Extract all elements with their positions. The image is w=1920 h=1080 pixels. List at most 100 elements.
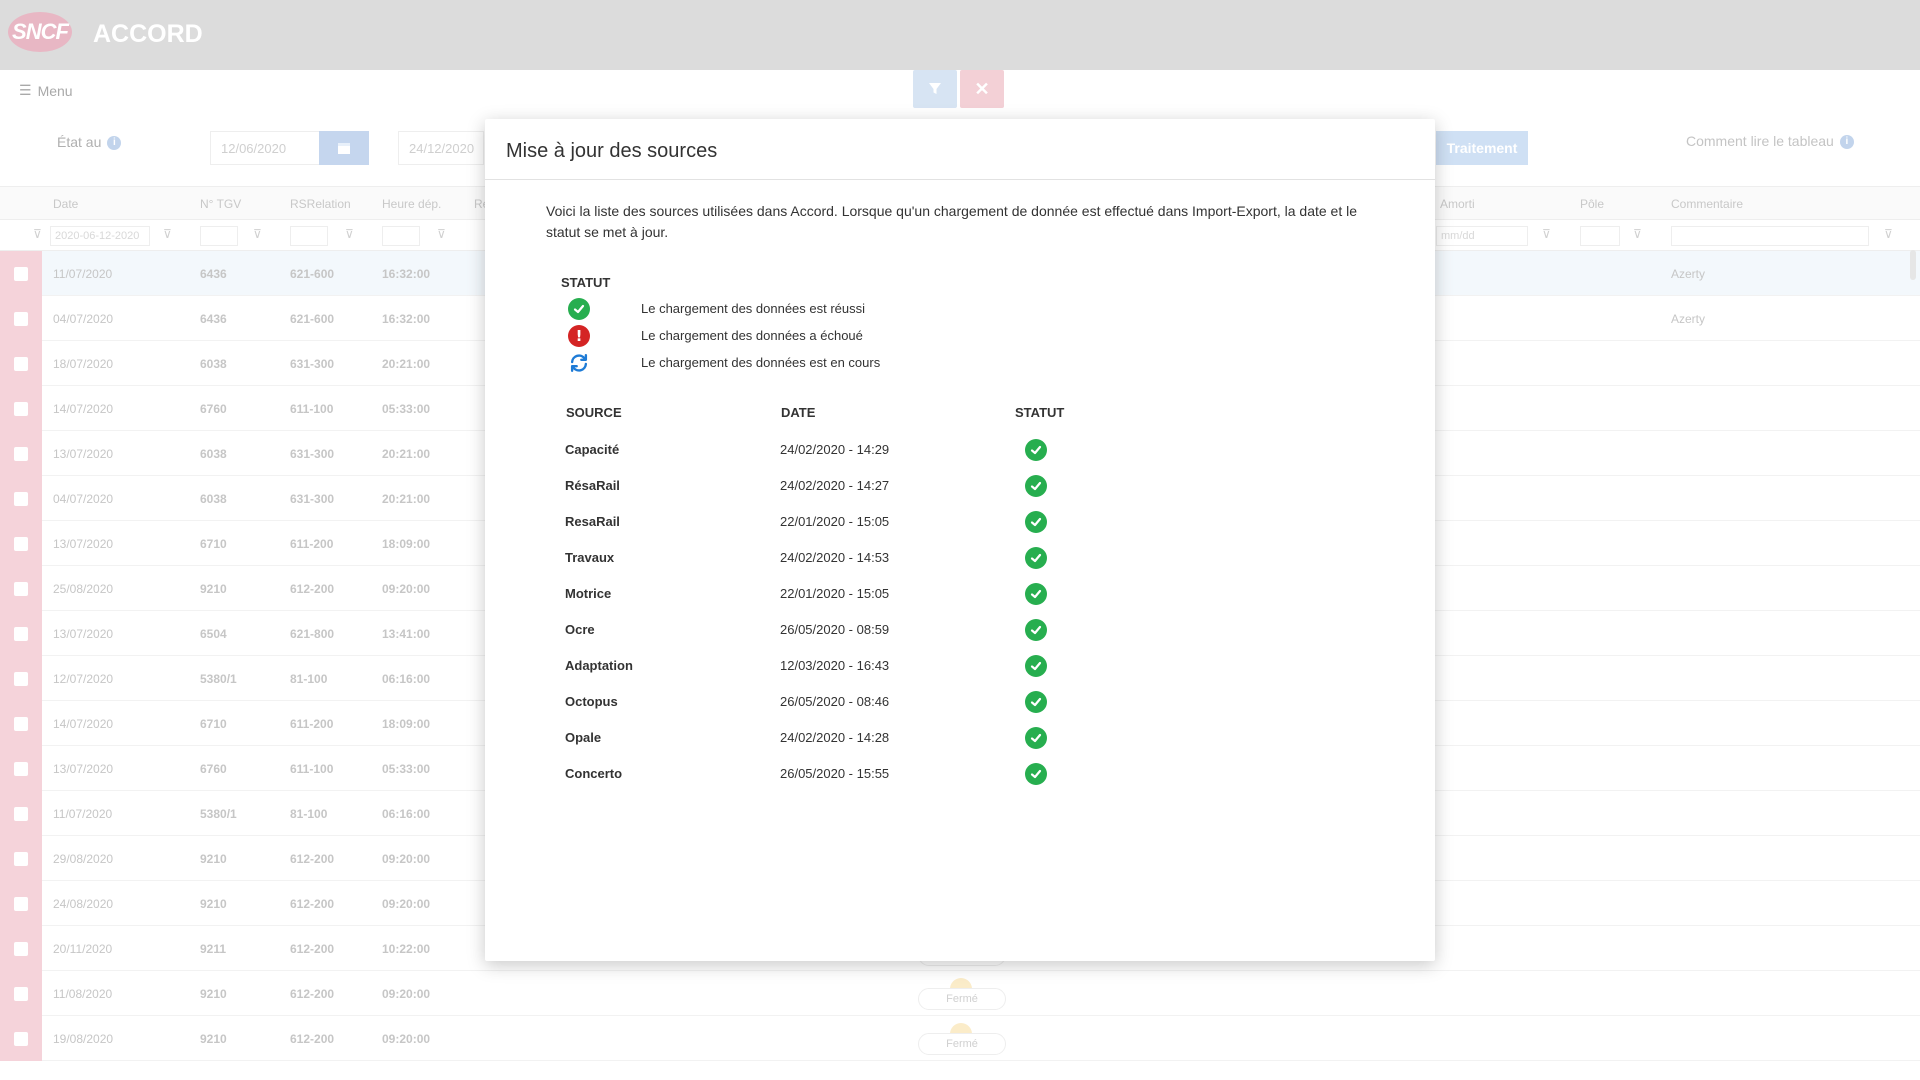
row-checkbox[interactable] — [14, 627, 28, 641]
date-to-input[interactable]: 24/12/2020 — [398, 131, 484, 165]
funnel-icon[interactable]: ⊽ — [437, 227, 446, 241]
row-select-cell — [0, 701, 42, 746]
check-circle-icon — [1025, 655, 1047, 677]
row-checkbox[interactable] — [14, 267, 28, 281]
column-header-commentaire[interactable]: Commentaire — [1671, 197, 1743, 211]
cell-date: 13/07/2020 — [53, 627, 114, 641]
cell-tgv: 6038 — [200, 492, 227, 506]
column-header-pole[interactable]: Pôle — [1580, 197, 1604, 211]
cell-heure: 16:32:00 — [382, 267, 431, 281]
row-checkbox[interactable] — [14, 852, 28, 866]
check-circle-icon — [1025, 619, 1047, 641]
source-name: ResaRail — [565, 514, 620, 529]
cell-date: 11/07/2020 — [53, 807, 113, 821]
clear-filter-button[interactable]: ✕ — [960, 70, 1004, 108]
row-checkbox[interactable] — [14, 402, 28, 416]
cell-date: 20/11/2020 — [53, 942, 113, 956]
sncf-logo[interactable]: SNCF — [8, 12, 72, 52]
source-name: Capacité — [565, 442, 620, 457]
funnel-icon[interactable]: ⊽ — [345, 227, 354, 241]
row-checkbox[interactable] — [14, 897, 28, 911]
etat-au-label: État au i — [57, 134, 122, 151]
row-checkbox[interactable] — [14, 447, 28, 461]
row-checkbox[interactable] — [14, 717, 28, 731]
check-circle-icon — [1025, 547, 1047, 569]
row-select-cell — [0, 656, 42, 701]
row-checkbox[interactable] — [14, 537, 28, 551]
column-header-tgv[interactable]: N° TGV — [200, 197, 241, 211]
cell-relation: 621-600 — [290, 312, 335, 326]
source-name: Concerto — [565, 766, 623, 781]
filter-relation-input[interactable] — [290, 226, 328, 246]
row-checkbox[interactable] — [14, 582, 28, 596]
cell-relation: 612-200 — [290, 987, 335, 1001]
source-date: 26/05/2020 - 08:59 — [780, 622, 890, 637]
funnel-icon[interactable]: ⊽ — [1884, 227, 1893, 241]
source-date: 24/02/2020 - 14:28 — [780, 730, 890, 745]
source-row: Capacité 24/02/2020 - 14:29 — [485, 432, 1435, 468]
row-checkbox[interactable] — [14, 1032, 28, 1046]
cell-tgv: 6760 — [200, 402, 227, 416]
traitement-button[interactable]: Traitement — [1436, 131, 1528, 165]
row-checkbox[interactable] — [14, 762, 28, 776]
cell-relation: 611-100 — [290, 402, 334, 416]
filter-amorti-input[interactable]: mm/dd — [1436, 226, 1528, 246]
filter-pole-input[interactable] — [1580, 226, 1620, 246]
row-checkbox[interactable] — [14, 942, 28, 956]
cell-date: 19/08/2020 — [53, 1032, 114, 1046]
legend-label: Le chargement des données a échoué — [641, 328, 863, 343]
funnel-icon[interactable]: ⊽ — [253, 227, 262, 241]
info-icon[interactable]: i — [107, 136, 122, 151]
source-row: Motrice 22/01/2020 - 15:05 — [485, 576, 1435, 612]
row-checkbox[interactable] — [14, 312, 28, 326]
status-badge[interactable]: Fermé — [918, 1033, 1006, 1055]
cell-tgv: 9210 — [200, 987, 227, 1001]
status-badge[interactable]: Fermé — [918, 988, 1006, 1010]
filter-button[interactable] — [913, 70, 957, 108]
cell-date: 14/07/2020 — [53, 402, 114, 416]
cell-tgv: 6436 — [200, 312, 227, 326]
filter-tgv-input[interactable] — [200, 226, 238, 246]
row-checkbox[interactable] — [14, 357, 28, 371]
column-header-date[interactable]: Date — [53, 197, 78, 211]
source-row: Opale 24/02/2020 - 14:28 — [485, 720, 1435, 756]
comment-lire-link[interactable]: Comment lire le tableau i — [1686, 133, 1854, 150]
cell-tgv: 9210 — [200, 1032, 227, 1046]
funnel-icon[interactable]: ⊽ — [1542, 227, 1551, 241]
row-select-cell — [0, 386, 42, 431]
filter-date-input[interactable]: 2020-06-12-2020 — [50, 226, 150, 246]
row-checkbox[interactable] — [14, 807, 28, 821]
source-row: Octopus 26/05/2020 - 08:46 — [485, 684, 1435, 720]
cell-commentaire: Azerty — [1671, 267, 1706, 281]
column-header-relation[interactable]: RSRelation — [290, 197, 351, 211]
cell-relation: 631-300 — [290, 357, 335, 371]
funnel-icon[interactable]: ⊽ — [1633, 227, 1642, 241]
row-checkbox[interactable] — [14, 987, 28, 1001]
source-name: RésaRail — [565, 478, 620, 493]
funnel-icon[interactable]: ⊽ — [163, 227, 172, 241]
cell-tgv: 9211 — [200, 942, 227, 956]
source-row: Travaux 24/02/2020 - 14:53 — [485, 540, 1435, 576]
cell-heure: 10:22:00 — [382, 942, 431, 956]
row-select-cell — [0, 971, 42, 1016]
row-select-cell — [0, 521, 42, 566]
check-circle-icon — [1025, 583, 1047, 605]
column-header-heure[interactable]: Heure dép. — [382, 197, 441, 211]
legend-item-success: Le chargement des données est réussi — [568, 297, 865, 321]
app-header: SNCF ACCORD — [0, 0, 1920, 70]
cell-heure: 09:20:00 — [382, 897, 431, 911]
cell-tgv: 9210 — [200, 582, 227, 596]
source-date: 24/02/2020 - 14:53 — [780, 550, 890, 565]
date-from-input[interactable]: 12/06/2020 — [210, 131, 320, 165]
calendar-button[interactable] — [319, 131, 369, 165]
column-header-amorti[interactable]: Amorti — [1440, 197, 1475, 211]
funnel-icon[interactable]: ⊽ — [33, 227, 42, 241]
row-checkbox[interactable] — [14, 672, 28, 686]
close-icon: ✕ — [974, 78, 990, 99]
row-checkbox[interactable] — [14, 492, 28, 506]
grid-scrollbar[interactable] — [1910, 250, 1916, 280]
menu-toggle[interactable]: ☰ Menu — [19, 82, 73, 99]
filter-heure-input[interactable] — [382, 226, 420, 246]
filter-commentaire-input[interactable] — [1671, 226, 1869, 246]
column-header-date: DATE — [781, 405, 816, 420]
